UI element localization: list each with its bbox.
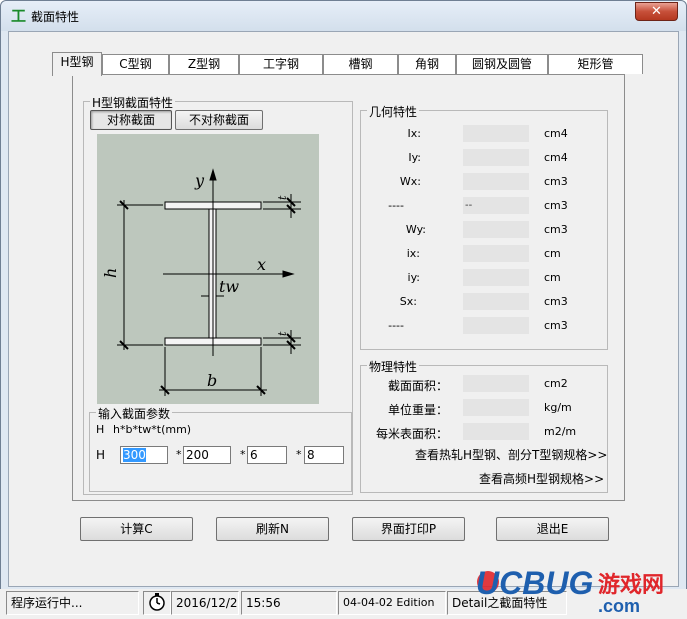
exit-button[interactable]: 退出E [496,517,609,541]
b-dimension-label: b [207,371,217,390]
hot-rolled-spec-link[interactable]: 查看热轧H型钢、剖分T型钢规格>> [415,446,607,463]
b-input[interactable]: 200 [183,446,231,464]
status-edition: 04-04-02 Edition [338,591,446,615]
formula-label: h*b*tw*t(mm) [113,423,192,436]
geometry-unit: cm4 [544,151,568,164]
watermark-domain: .com [598,596,640,616]
geometry-value-field [463,245,529,262]
high-frequency-spec-link[interactable]: 查看高频H型钢规格>> [479,470,604,487]
t-bottom-label: t [276,331,289,336]
geometry-unit: cm3 [544,175,568,188]
status-message: 程序运行中... [6,591,139,615]
geometry-label: Iy: [408,151,421,164]
tab-i-beam[interactable]: 工字钢 [239,54,323,74]
geometry-unit: cm4 [544,127,568,140]
tab-rect-tube[interactable]: 矩形管 [548,54,643,74]
h-dimension-label: h [101,268,120,278]
t-top-label: t [276,195,289,200]
physical-value-field [463,375,529,392]
geometry-value-field [463,125,529,142]
geometry-unit: cm3 [544,199,568,212]
geometry-value-field [463,293,529,310]
stopwatch-icon [143,591,171,615]
geometry-value-field [463,149,529,166]
physical-value-field [463,423,529,440]
x-axis-arrow [282,270,295,278]
section-type-label: H [96,423,105,436]
input-row-label: H [96,448,106,462]
physical-unit: m2/m [544,425,577,438]
watermark-suffix: 游戏网 [598,572,664,598]
geometry-unit: cm [544,247,561,260]
sep-2: * [240,448,246,461]
geometry-label: ix: [406,247,420,260]
print-button[interactable]: 界面打印P [352,517,465,541]
watermark-brand: UCBUG [476,565,593,601]
geometry-label: Sx: [399,295,417,308]
status-time: 15:56 [241,591,337,615]
tab-c-steel[interactable]: C型钢 [102,54,169,74]
refresh-button[interactable]: 刷新N [216,517,329,541]
asymmetric-section-button[interactable]: 不对称截面 [175,110,263,130]
h-section-drawing: y x h b tw t t [101,168,301,396]
geometry-title: 几何特性 [367,103,420,120]
h-section-diagram: y x h b tw t t [97,134,319,404]
sep-3: * [296,448,302,461]
h-input[interactable]: 300 [120,446,168,464]
t-input[interactable]: 8 [304,446,344,464]
tw-input[interactable]: 6 [247,446,287,464]
y-axis-label: y [194,171,205,190]
status-date: 2016/12/28 [171,591,239,615]
tw-dimension-label: tw [219,277,239,296]
tab-channel[interactable]: 槽钢 [323,54,398,74]
geometry-label: ---- [388,319,404,332]
symmetric-section-button[interactable]: 对称截面 [90,110,172,130]
geometry-value-field [463,269,529,286]
geometry-label: Ix: [407,127,421,140]
geometry-unit: cm3 [544,319,568,332]
title-bar[interactable]: 工 截面特性 ✕ [1,1,686,31]
physical-label: 截面面积： [387,379,448,393]
geometry-value-field: -- [463,197,529,214]
physical-unit: kg/m [544,401,572,414]
physical-label: 单位重量： [387,403,448,417]
geometry-unit: cm [544,271,561,284]
x-axis-label: x [257,255,266,274]
tab-z-steel[interactable]: Z型钢 [169,54,239,74]
geometry-unit: cm3 [544,295,568,308]
section-group-title: H型钢截面特性 [90,94,176,111]
geometry-label: Wx: [399,175,421,188]
geometry-unit: cm3 [544,223,568,236]
tab-h-steel[interactable]: H型钢 [52,52,102,76]
physical-unit: cm2 [544,377,568,390]
y-axis-arrow [209,168,217,181]
tab-angle[interactable]: 角钢 [398,54,456,74]
geometry-value-field [463,221,529,238]
sep-1: * [176,448,182,461]
geometry-label: iy: [407,271,420,284]
close-button[interactable]: ✕ [635,2,678,21]
physical-title: 物理特性 [367,358,420,375]
input-params-title: 输入截面参数 [96,405,173,422]
geometry-label: ---- [388,199,404,212]
watermark-logo: UCBUG 游戏网 .com [470,560,687,619]
tab-round[interactable]: 圆钢及圆管 [456,54,548,74]
calculate-button[interactable]: 计算C [80,517,193,541]
window-title: 截面特性 [31,10,80,24]
app-icon: 工 [11,7,27,25]
physical-value-field [463,399,529,416]
geometry-label: Wy: [405,223,426,236]
geometry-value-field [463,173,529,190]
geometry-value-field [463,317,529,334]
physical-label: 每米表面积： [375,427,448,441]
